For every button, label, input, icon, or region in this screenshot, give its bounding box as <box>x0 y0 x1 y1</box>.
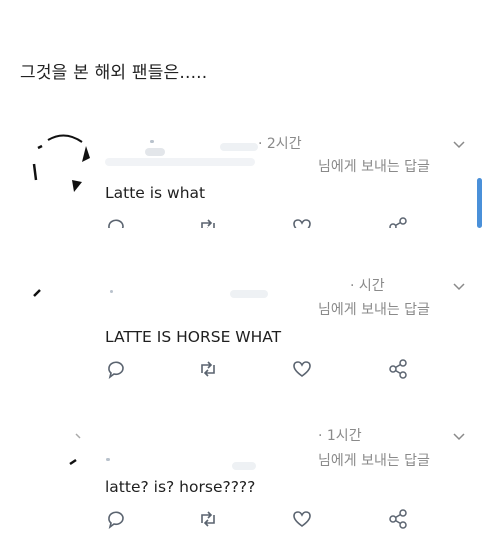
share-icon[interactable] <box>387 358 409 380</box>
reply-icon[interactable] <box>105 358 127 380</box>
retweet-icon[interactable] <box>197 358 219 380</box>
reply-icon[interactable] <box>105 216 127 228</box>
tweet-time: · 시간 <box>350 278 385 294</box>
heart-icon[interactable] <box>291 358 313 380</box>
chevron-down-icon[interactable] <box>452 140 466 150</box>
reply-to[interactable]: 님에게 보내는 답글 <box>318 156 430 176</box>
reply-to[interactable]: 님에게 보내는 답글 <box>318 299 430 319</box>
retweet-icon[interactable] <box>197 508 219 530</box>
chevron-down-icon[interactable] <box>452 432 466 442</box>
heart-icon[interactable] <box>291 508 313 530</box>
caption: 그것을 본 해외 팬들은..... <box>20 63 208 83</box>
share-icon[interactable] <box>387 216 409 228</box>
chevron-down-icon[interactable] <box>452 282 466 292</box>
share-icon[interactable] <box>387 508 409 530</box>
heart-icon[interactable] <box>291 216 313 228</box>
avatar[interactable] <box>30 128 100 198</box>
tweet-time: · 1시간 <box>318 428 362 444</box>
scrollbar[interactable] <box>477 178 482 228</box>
tweet-text: latte? is? horse???? <box>105 478 256 496</box>
retweet-icon[interactable] <box>197 216 219 228</box>
tweet-time: · 2시간 <box>258 136 302 152</box>
avatar[interactable] <box>30 420 100 490</box>
avatar[interactable] <box>30 270 100 340</box>
reply-icon[interactable] <box>105 508 127 530</box>
tweet[interactable]: · 시간 님에게 보내는 답글 LATTE IS HORSE WHAT <box>0 270 500 395</box>
tweet[interactable]: · 2시간 님에게 보내는 답글 Latte is what <box>0 128 500 253</box>
reply-to[interactable]: 님에게 보내는 답글 <box>318 450 430 470</box>
tweet[interactable]: · 1시간 님에게 보내는 답글 latte? is? horse???? <box>0 420 500 545</box>
tweet-text: Latte is what <box>105 184 206 202</box>
tweet-text: LATTE IS HORSE WHAT <box>105 328 282 346</box>
